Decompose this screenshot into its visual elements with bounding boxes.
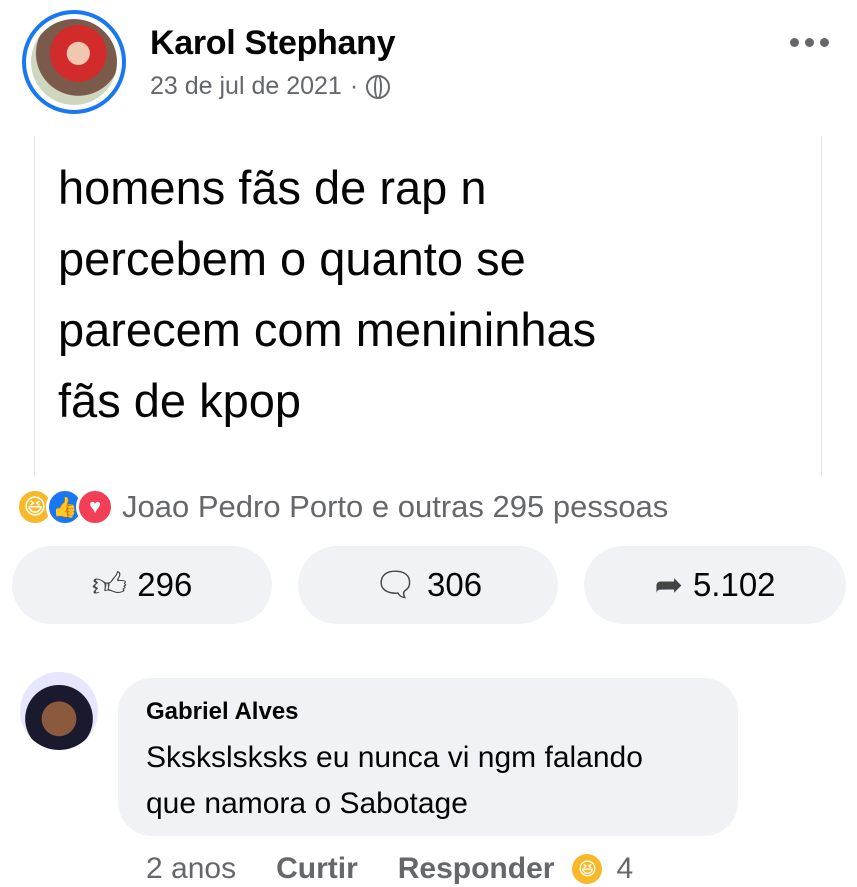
haha-icon: 😆: [572, 854, 603, 884]
comment-count: 306: [427, 566, 483, 603]
comment-reaction-count: 4: [616, 852, 634, 885]
author-avatar[interactable]: [22, 10, 126, 114]
share-count: 5.102: [692, 566, 776, 603]
commenter-name[interactable]: Gabriel Alves: [146, 698, 299, 726]
post-meta: 23 de jul de 2021 ·: [150, 72, 391, 101]
share-button[interactable]: ➦ 5.102: [584, 546, 846, 624]
comment-actions: 2 anos Curtir Responder 😆 4: [146, 852, 633, 886]
like-count: 296: [137, 566, 193, 603]
speech-bubble-icon: 🗨︎: [373, 566, 418, 604]
post-date[interactable]: 23 de jul de 2021: [150, 72, 342, 101]
comment-like-button[interactable]: Curtir: [276, 852, 358, 886]
thumbs-up-icon: 👍︎: [91, 565, 128, 604]
comment-button[interactable]: 🗨︎ 306: [298, 546, 558, 624]
like-button[interactable]: 👍︎ 296: [12, 546, 272, 624]
meta-separator: ·: [349, 72, 359, 100]
reactions-summary[interactable]: 😆 👍 ♥ Joao Pedro Porto e outras 295 pess…: [16, 488, 668, 526]
share-arrow-icon: ➦: [654, 566, 683, 604]
globe-icon: [366, 74, 391, 99]
reaction-summary-text: Joao Pedro Porto e outras 295 pessoas: [122, 489, 669, 524]
author-name[interactable]: Karol Stephany: [150, 24, 396, 63]
comment-reactions[interactable]: 😆 4: [572, 852, 633, 886]
comment-reply-button[interactable]: Responder: [398, 852, 555, 886]
commenter-avatar[interactable]: [20, 672, 98, 750]
comment-time[interactable]: 2 anos: [146, 852, 236, 886]
comment-text: Skskslsksks eu nunca vi ngm falando que …: [146, 741, 643, 820]
love-icon: ♥: [76, 488, 114, 526]
post-text: homens fãs de rap n percebem o quanto se…: [58, 161, 597, 427]
more-options-icon[interactable]: [790, 38, 829, 47]
author-avatar-image: [31, 19, 117, 105]
